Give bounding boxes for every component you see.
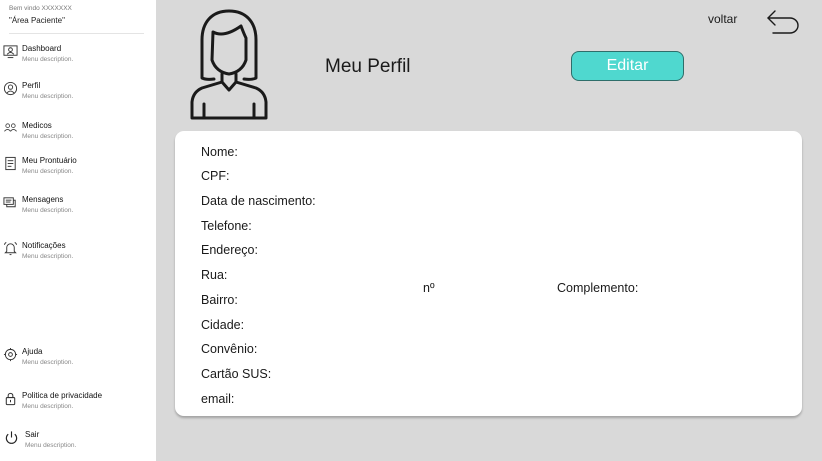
field-email: email:	[201, 392, 235, 406]
page-title: Meu Perfil	[325, 56, 411, 77]
sidebar-item-label: Sair	[25, 430, 40, 439]
back-arrow-icon[interactable]	[765, 9, 801, 35]
sidebar-item-description: Menu description.	[22, 359, 74, 366]
field-cartao-sus: Cartão SUS:	[201, 367, 272, 381]
field-rua: Rua:	[201, 268, 228, 282]
sidebar-item-mensagens[interactable]: Mensagens Menu description.	[0, 195, 156, 225]
profile-icon	[3, 81, 18, 96]
avatar	[186, 6, 272, 122]
field-cpf: CPF:	[201, 169, 230, 183]
sidebar-item-label: Mensagens	[22, 195, 64, 204]
field-nome: Nome:	[201, 145, 238, 159]
sidebar-divider	[9, 33, 144, 34]
user-avatar-icon	[190, 9, 268, 120]
sidebar-item-description: Menu description.	[22, 56, 74, 63]
sidebar-item-description: Menu description.	[22, 207, 74, 214]
sidebar-item-description: Menu description.	[22, 168, 74, 175]
power-icon	[4, 430, 19, 445]
field-convenio: Convênio:	[201, 342, 258, 356]
sidebar-item-label: Dashboard	[22, 44, 62, 53]
sidebar-item-label: Ajuda	[22, 347, 43, 356]
field-data-nascimento: Data de nascimento:	[201, 194, 316, 208]
field-telefone: Telefone:	[201, 219, 252, 233]
sidebar-item-label: Politica de privacidade	[22, 391, 103, 400]
field-endereco: Endereço:	[201, 243, 258, 257]
sidebar-item-dashboard[interactable]: Dashboard Menu description.	[0, 44, 156, 74]
sidebar-item-description: Menu description.	[22, 253, 74, 260]
sidebar-item-label: Medicos	[22, 121, 52, 130]
sidebar-item-meu-prontuario[interactable]: Meu Prontuário Menu description.	[0, 156, 156, 186]
sidebar-item-perfil[interactable]: Perfil Menu description.	[0, 81, 156, 111]
sidebar-item-label: Notificações	[22, 241, 66, 250]
field-numero: nº	[423, 281, 435, 295]
profile-card: Nome: CPF: Data de nascimento: Telefone:…	[175, 131, 802, 416]
welcome-text: Bem vindo XXXXXXX	[9, 5, 72, 12]
sidebar-item-label: Perfil	[22, 81, 41, 90]
field-cidade: Cidade:	[201, 318, 245, 332]
edit-button[interactable]: Editar	[571, 51, 684, 81]
sidebar-item-medicos[interactable]: Medicos Menu description.	[0, 121, 156, 151]
sidebar-item-ajuda[interactable]: Ajuda Menu description.	[0, 347, 156, 377]
sidebar: Bem vindo XXXXXXX "Área Paciente" Dashbo…	[0, 0, 156, 461]
dashboard-icon	[3, 44, 18, 59]
field-complemento: Complemento:	[557, 281, 639, 295]
medical-record-icon	[3, 156, 18, 171]
area-label: "Área Paciente"	[9, 16, 65, 25]
lock-icon	[3, 391, 18, 406]
sidebar-item-description: Menu description.	[22, 93, 74, 100]
back-link[interactable]: voltar	[708, 12, 737, 26]
notifications-icon	[3, 241, 18, 256]
help-icon	[3, 347, 18, 362]
doctors-icon	[3, 121, 18, 136]
sidebar-item-description: Menu description.	[22, 403, 74, 410]
sidebar-item-description: Menu description.	[25, 442, 77, 449]
sidebar-item-politica-de-privacidade[interactable]: Politica de privacidade Menu description…	[0, 391, 156, 421]
field-bairro: Bairro:	[201, 293, 238, 307]
sidebar-item-sair[interactable]: Sair Menu description.	[0, 430, 156, 460]
sidebar-item-notificacoes[interactable]: Notificações Menu description.	[0, 241, 156, 271]
messages-icon	[3, 195, 18, 210]
sidebar-item-label: Meu Prontuário	[22, 156, 77, 165]
sidebar-item-description: Menu description.	[22, 133, 74, 140]
